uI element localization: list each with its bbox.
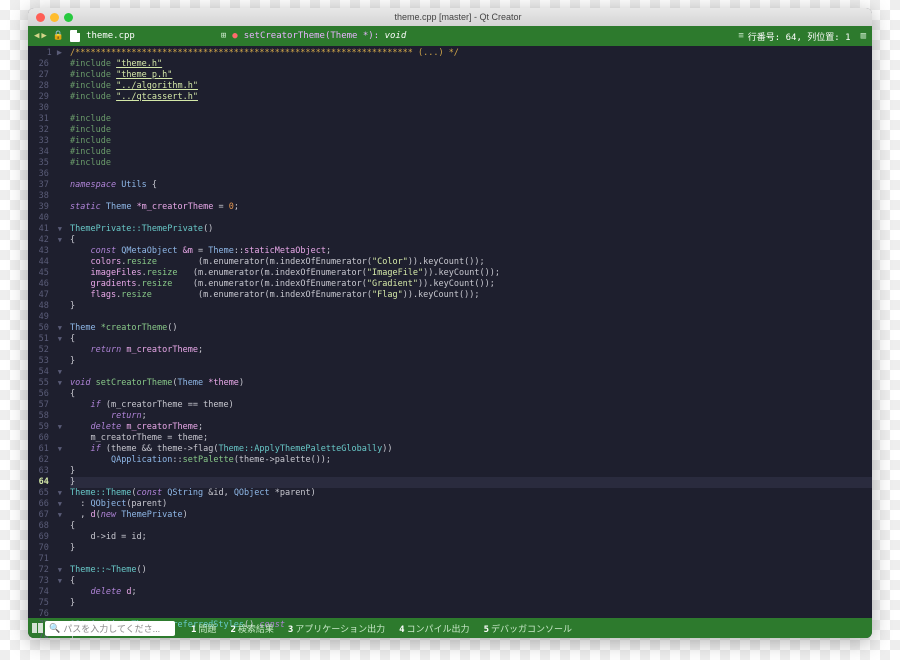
editor-toolbar: ◀ ▶ 🔒 theme.cpp ⊞ ● setCreatorTheme(Them…	[28, 26, 872, 46]
output-pane-5[interactable]: 5デバッガコンソール	[478, 620, 578, 637]
output-pane-2[interactable]: 2検索結果	[224, 620, 279, 637]
locator-placeholder: パスを入力してくださ...	[63, 622, 160, 635]
cursor-position[interactable]: 行番号: 64, 列位置: 1	[748, 30, 851, 43]
function-selector[interactable]: setCreatorTheme(Theme *): void	[244, 31, 407, 41]
lock-icon[interactable]: 🔒	[53, 31, 64, 41]
locator-input[interactable]: 🔍 パスを入力してくださ...	[45, 621, 175, 636]
titlebar[interactable]: theme.cpp [master] - Qt Creator	[28, 8, 872, 26]
qt-creator-window: theme.cpp [master] - Qt Creator ◀ ▶ 🔒 th…	[28, 8, 872, 638]
modified-indicator-icon: ●	[232, 31, 237, 41]
menu-icon[interactable]: ≡	[738, 31, 743, 41]
sidebar-toggle-icon[interactable]	[32, 623, 43, 633]
search-icon: 🔍	[49, 623, 60, 634]
output-pane-4[interactable]: 4コンパイル出力	[393, 620, 475, 637]
split-editor-icon[interactable]: ▥	[861, 31, 866, 41]
code-editor[interactable]: 1 ▶26 27 28 29 30 31 32 33 34 35 36 37 3…	[28, 46, 872, 618]
code-area[interactable]: /***************************************…	[66, 46, 872, 618]
window-title: theme.cpp [master] - Qt Creator	[36, 12, 872, 22]
output-pane-3[interactable]: 3アプリケーション出力	[282, 620, 391, 637]
line-number-gutter[interactable]: 1 ▶26 27 28 29 30 31 32 33 34 35 36 37 3…	[28, 46, 66, 618]
output-pane-tabs: 1問題2検索結果3アプリケーション出力4コンパイル出力5デバッガコンソール	[185, 620, 578, 637]
file-icon	[70, 30, 80, 42]
nav-arrows: ◀ ▶	[34, 31, 47, 41]
nav-back-icon[interactable]: ◀	[34, 31, 39, 41]
output-pane-1[interactable]: 1問題	[185, 620, 222, 637]
filename-label[interactable]: theme.cpp	[86, 31, 135, 41]
nav-forward-icon[interactable]: ▶	[41, 31, 46, 41]
split-icon[interactable]: ⊞	[221, 31, 226, 41]
